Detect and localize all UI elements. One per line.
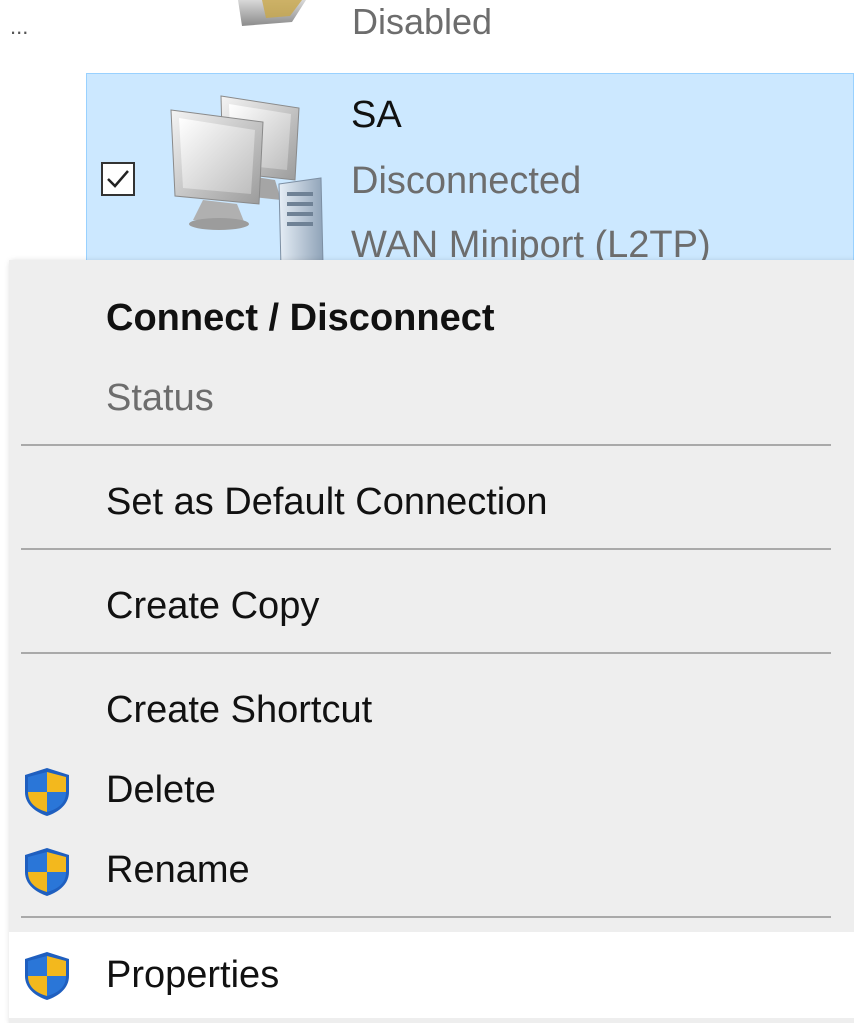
menu-item-label: Set as Default Connection (106, 481, 548, 523)
connection-checkbox[interactable] (101, 162, 135, 196)
menu-separator (21, 444, 831, 446)
menu-item-create-shortcut[interactable]: Create Shortcut (9, 670, 854, 750)
menu-item-label: Rename (106, 849, 250, 891)
menu-item-status: Status (9, 358, 854, 438)
menu-item-label: Create Copy (106, 585, 320, 627)
previous-connection-item[interactable]: ... Disabled (0, 0, 854, 70)
connection-status: Disconnected (351, 160, 582, 202)
menu-item-rename[interactable]: Rename (9, 830, 854, 910)
connection-status: Disabled (352, 1, 493, 42)
menu-item-connect-disconnect[interactable]: Connect / Disconnect (9, 278, 854, 358)
connection-name: SA (351, 94, 402, 136)
uac-shield-icon (25, 768, 69, 816)
menu-separator (21, 548, 831, 550)
menu-item-set-default-connection[interactable]: Set as Default Connection (9, 462, 854, 542)
uac-shield-icon (25, 848, 69, 896)
menu-separator (21, 652, 831, 654)
checkmark-icon (107, 170, 129, 188)
network-computers-icon (170, 95, 324, 268)
context-menu: Connect / Disconnect Status Set as Defau… (9, 260, 854, 1023)
menu-item-label: Status (106, 377, 214, 419)
menu-item-create-copy[interactable]: Create Copy (9, 566, 854, 646)
menu-item-label: Properties (106, 954, 280, 996)
network-adapter-icon (238, 0, 306, 26)
menu-item-label: Create Shortcut (106, 689, 373, 731)
menu-item-label: Delete (106, 769, 216, 811)
menu-item-properties[interactable]: Properties (9, 932, 854, 1018)
connection-item-sa[interactable]: SA Disconnected WAN Miniport (L2TP) (86, 73, 854, 273)
menu-item-label: Connect / Disconnect (106, 297, 495, 339)
menu-item-delete[interactable]: Delete (9, 750, 854, 830)
truncated-text: ... (10, 14, 29, 39)
menu-separator (21, 916, 831, 918)
uac-shield-icon (25, 952, 69, 1000)
